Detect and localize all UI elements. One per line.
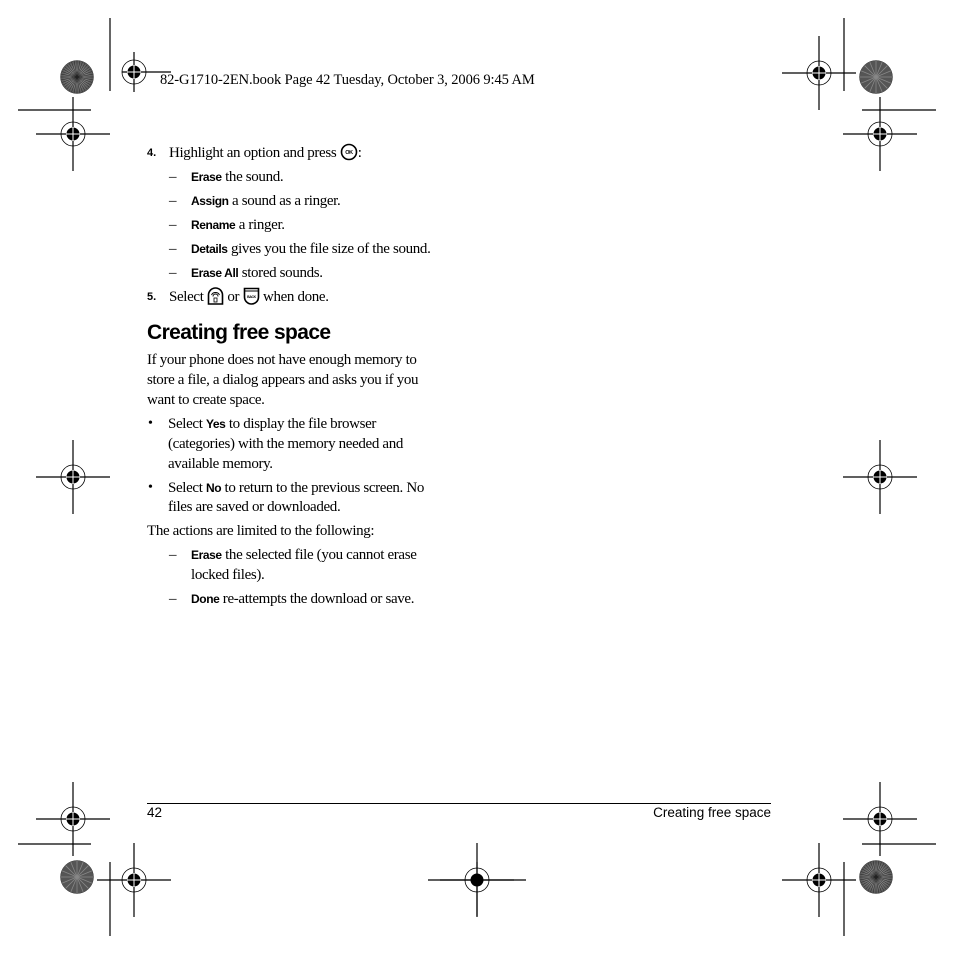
action-text: the selected file (you cannot erase (221, 547, 417, 563)
dash: – (169, 591, 177, 607)
registration-target-icon (35, 439, 111, 515)
back-key-icon: BACK (243, 287, 260, 311)
option-keyword: Rename (191, 218, 236, 232)
option-text: stored sounds. (238, 265, 323, 281)
bullet-text: available memory. (168, 456, 273, 472)
registration-target-icon (842, 781, 918, 857)
svg-text:BACK: BACK (247, 295, 257, 299)
option-text: a ringer. (235, 217, 285, 233)
done-text: when done. (262, 289, 329, 305)
registration-target-icon (35, 781, 111, 857)
print-marks-svg (18, 18, 936, 936)
option-text: a sound as a ringer. (228, 193, 341, 209)
registration-target-icon (842, 96, 918, 172)
select-text: Select (169, 289, 204, 305)
slug-line: 82-G1710-2EN.book Page 42 Tuesday, Octob… (160, 72, 535, 88)
registration-target-icon (781, 35, 857, 111)
action-text: locked files). (191, 567, 265, 583)
step-text: Select or BACK when done. (169, 287, 329, 311)
actions-intro: The actions are limited to the following… (147, 523, 375, 539)
print-marks (0, 0, 954, 954)
or-text: or (227, 289, 240, 305)
bullet-keyword: Yes (205, 417, 226, 431)
running-title: Creating free space (653, 805, 771, 820)
step-instruction: Highlight an option and press (169, 145, 337, 161)
registration-target-icon (842, 439, 918, 515)
bullet-text: (categories) with the memory needed and (168, 436, 404, 452)
bullet-prefix: Select (168, 416, 206, 432)
option-keyword: Erase All (191, 266, 239, 280)
option-keyword: Details (191, 242, 228, 256)
bullet-glyph: • (148, 480, 153, 495)
bullet-text: to return to the previous screen. No (221, 480, 425, 496)
registration-target-icon (35, 96, 111, 172)
dash: – (169, 547, 177, 563)
paragraph-line: want to create space. (147, 392, 265, 408)
paragraph-line: store a file, a dialog appears and asks … (147, 372, 419, 388)
bullet-glyph: • (148, 416, 153, 431)
paragraph-line: If your phone does not have enough memor… (147, 352, 417, 368)
registration-target-icon (781, 842, 857, 918)
option-keyword: Erase (191, 170, 222, 184)
bullet-keyword: No (205, 481, 222, 495)
option-text: the sound. (221, 169, 284, 185)
step-number: 5. (147, 291, 157, 303)
bullet-text: files are saved or downloaded. (168, 499, 341, 515)
action-text: re-attempts the download or save. (219, 591, 415, 607)
page-number: 42 (147, 805, 163, 820)
starburst-color-target-icon (60, 860, 94, 894)
home-key-icon (207, 287, 224, 311)
dash: – (169, 217, 177, 233)
dash: – (169, 241, 177, 257)
option-text: gives you the file size of the sound. (227, 241, 431, 257)
starburst-color-target-icon (60, 60, 94, 94)
starburst-color-target-icon (859, 860, 893, 894)
starburst-color-target-icon (859, 60, 893, 94)
dash: – (169, 193, 177, 209)
registration-target-icon (96, 842, 172, 918)
svg-text:OK: OK (345, 150, 353, 156)
bullet-text: to display the file browser (225, 416, 377, 432)
footer-rule (147, 803, 771, 804)
ok-key-icon: OK (340, 143, 358, 167)
action-keyword: Done (191, 592, 220, 606)
option-keyword: Assign (191, 194, 229, 208)
bullet-prefix: Select (168, 480, 206, 496)
section-heading: Creating free space (147, 321, 331, 344)
action-keyword: Erase (191, 548, 222, 562)
colon: : (357, 145, 362, 161)
dash: – (169, 169, 177, 185)
dash: – (169, 265, 177, 281)
step-number: 4. (147, 147, 157, 159)
step-text: Highlight an option and press OK : (169, 143, 362, 167)
